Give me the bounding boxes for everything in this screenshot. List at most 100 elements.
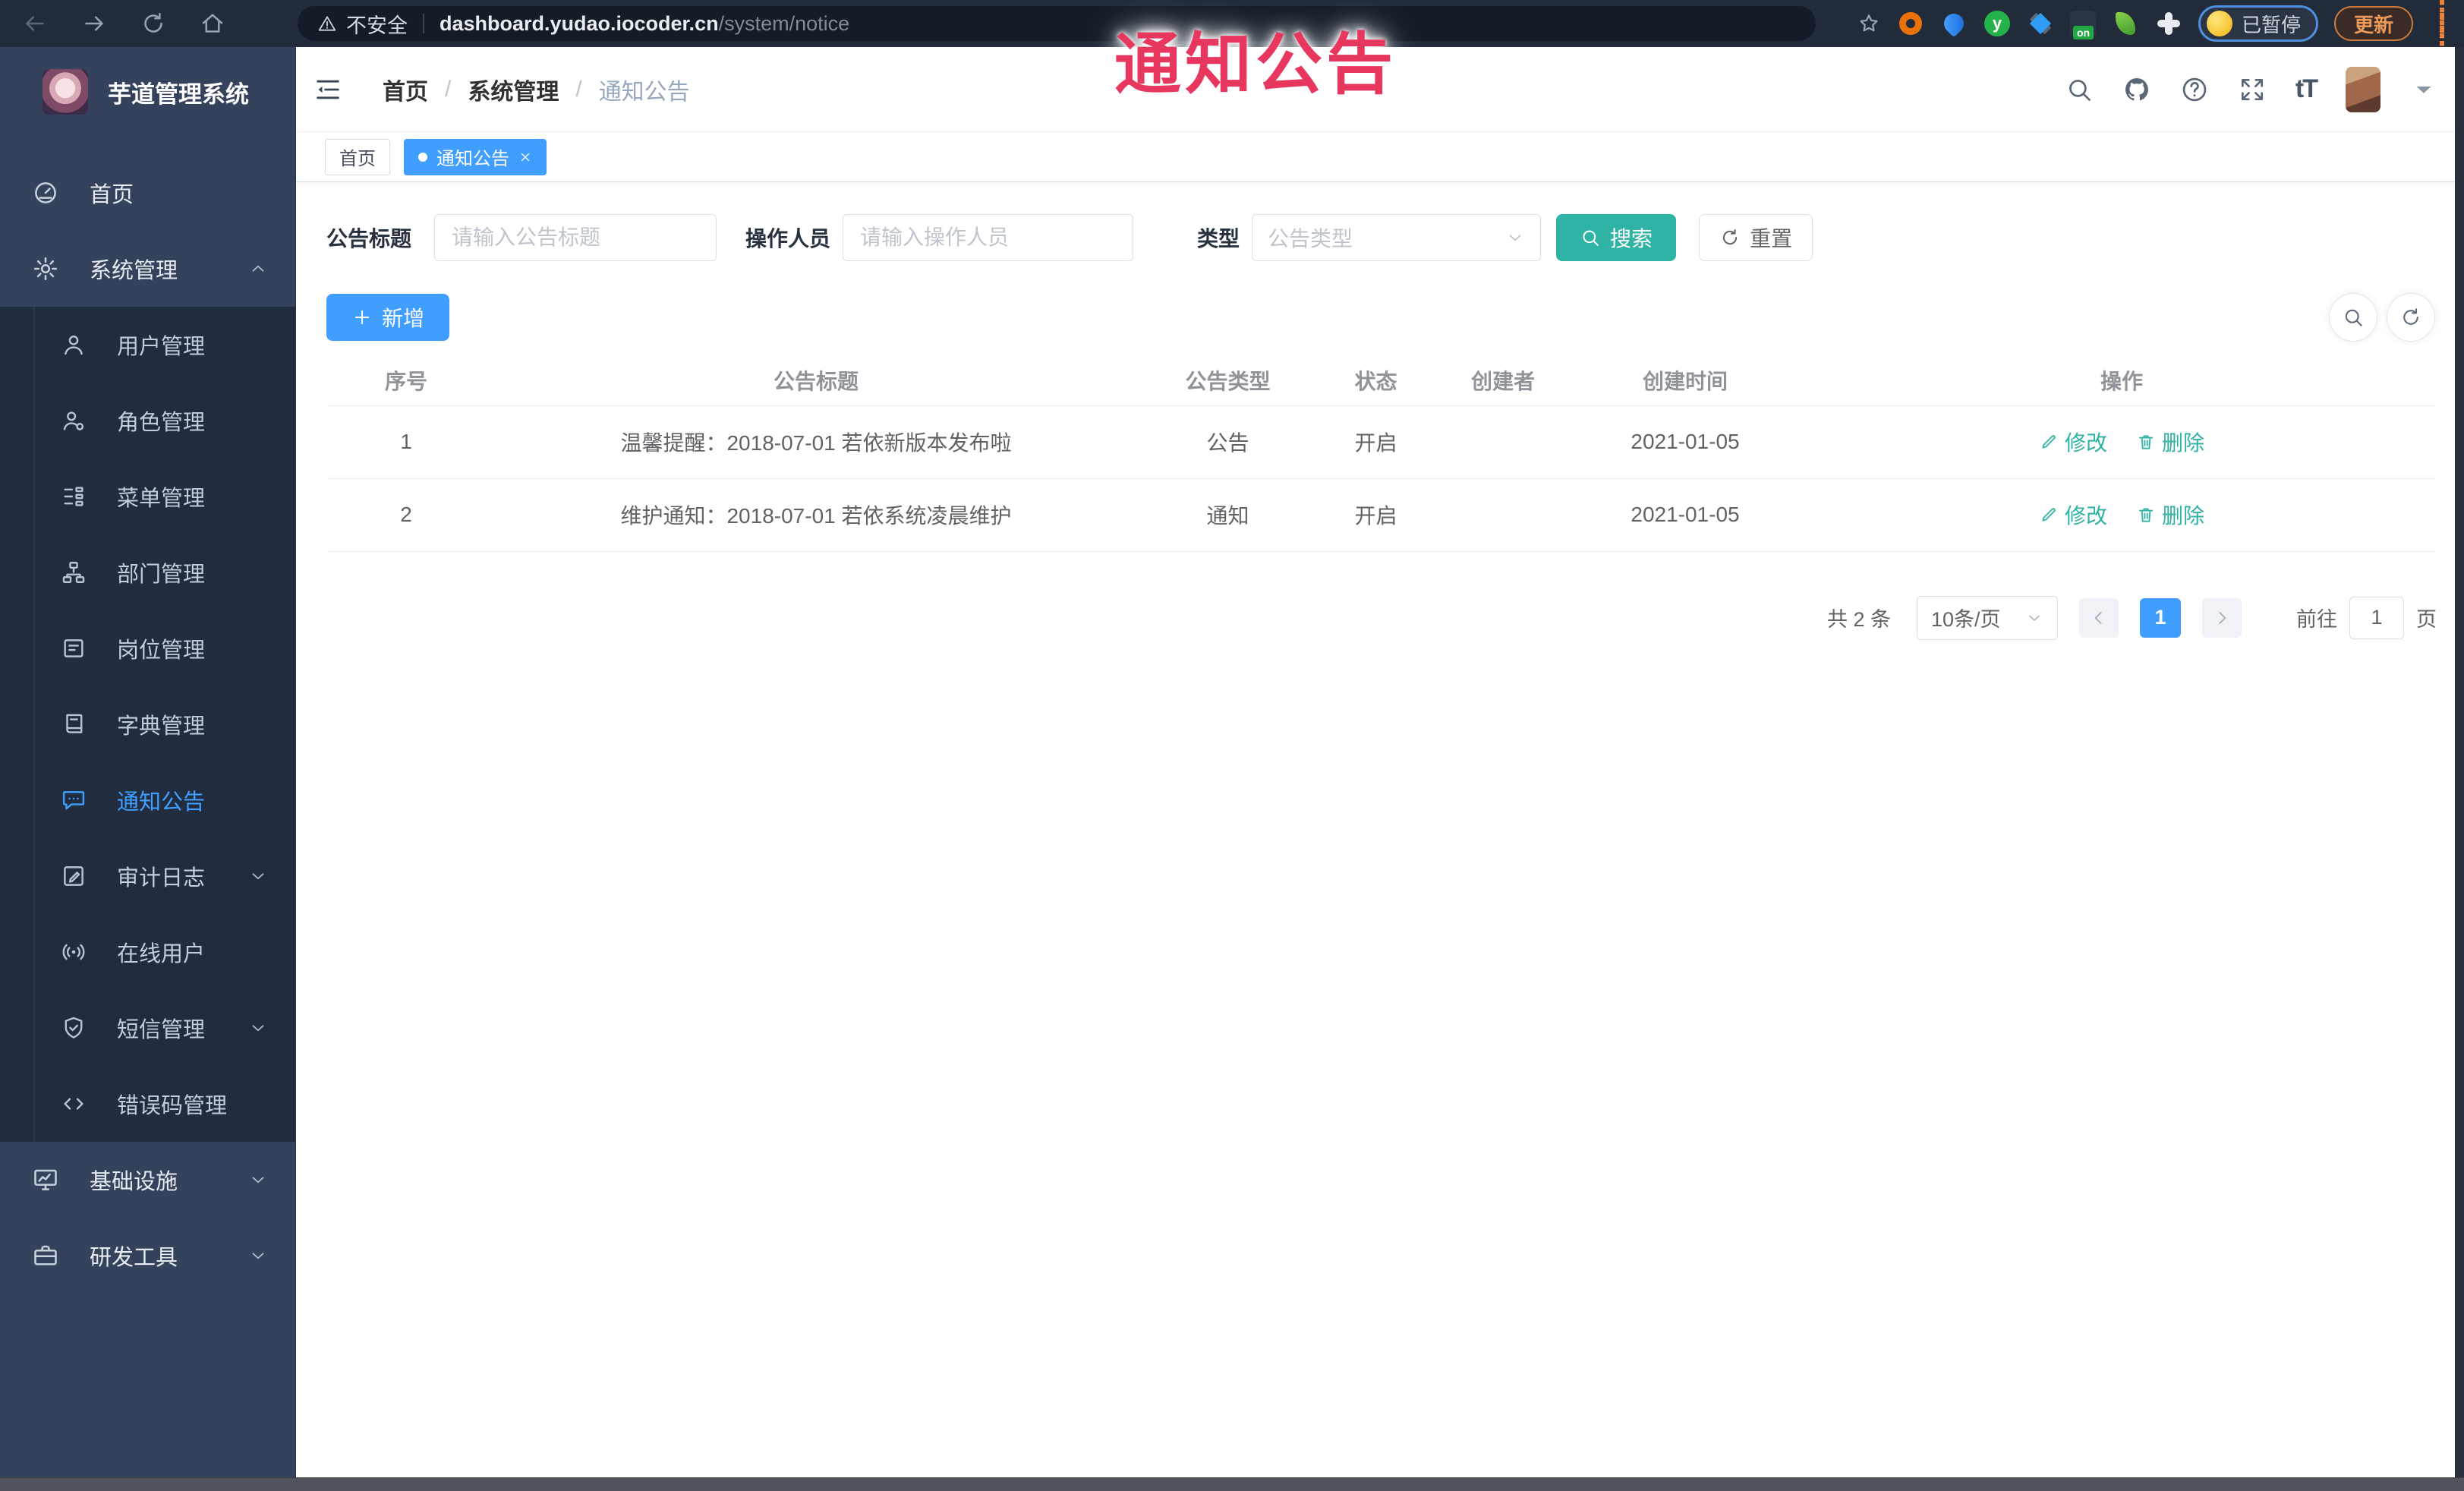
forward-icon[interactable] [80,10,108,37]
row-title: 维护通知：2018-07-01 若依系统凌晨维护 [486,478,1146,552]
breadcrumb-home[interactable]: 首页 [383,73,428,106]
browser-profile-chip[interactable]: 已暂停 [2198,5,2318,42]
row-actions: 修改 删除 [1807,405,2437,479]
operator-filter-label: 操作人员 [745,227,831,251]
reset-button-label: 重置 [1750,227,1793,251]
browser-right-controls: y on 已暂停 更新 ⋮ ⋮ ⋮ [1857,0,2455,49]
title-filter-input[interactable] [434,214,717,261]
back-icon[interactable] [21,10,49,37]
edit-link[interactable]: 修改 [2039,427,2107,457]
reload-icon[interactable] [140,10,167,37]
extension-on-icon[interactable]: on [2069,11,2096,39]
sidebar-logo-row[interactable]: 芋道管理系统 [0,47,295,137]
table-body: 1 温馨提醒：2018-07-01 若依新版本发布啦 公告 开启 2021-01-05 修… [326,405,2437,552]
extension-green-icon[interactable]: y [1983,10,2011,37]
sidebar-toggle-icon[interactable] [313,74,343,105]
edit-link[interactable]: 修改 [2039,500,2107,530]
edit-icon [2039,505,2059,525]
breadcrumb-system[interactable]: 系统管理 [468,73,559,106]
col-creator: 创建者 [1442,355,1564,406]
sidebar-item-label: 审计日志 [117,866,206,891]
chevron-right-icon [2212,608,2232,628]
chevron-down-icon [1505,228,1525,247]
row-status: 开启 [1309,478,1442,552]
browser-update-button[interactable]: 更新 [2333,6,2413,41]
refresh-table-button[interactable] [2387,293,2435,342]
reset-button[interactable]: 重置 [1699,214,1813,261]
sidebar-item-home[interactable]: 首页 [0,155,295,231]
url-host: dashboard.yudao.iocoder.cn [440,11,719,35]
row-creator [1442,478,1564,552]
sidebar-item-menu[interactable]: 菜单管理 [0,459,295,534]
home-icon[interactable] [199,10,226,37]
sidebar-item-role[interactable]: 角色管理 [0,383,295,459]
tag-label: 通知公告 [436,149,509,169]
operator-filter-input[interactable] [843,214,1134,261]
sidebar-item-audit[interactable]: 审计日志 [0,838,295,914]
gear-icon [32,255,59,282]
active-tag-dot [418,152,427,162]
page-size-select[interactable]: 10条/页 [1917,595,2058,640]
sidebar-item-dept[interactable]: 部门管理 [0,534,295,610]
sidebar-item-user[interactable]: 用户管理 [0,307,295,383]
help-icon[interactable] [2180,75,2209,104]
row-created: 2021-01-05 [1564,405,1807,479]
online-icon [61,939,87,965]
goto-page-input[interactable] [2349,596,2404,639]
sidebar-item-dict[interactable]: 字典管理 [0,686,295,762]
prev-page-button[interactable] [2079,597,2119,638]
close-icon[interactable] [518,150,532,164]
github-icon[interactable] [2122,75,2151,104]
tag-notice[interactable]: 通知公告 [404,138,547,175]
sidebar-item-post[interactable]: 岗位管理 [0,610,295,686]
submenu-system: 用户管理角色管理菜单管理 部门管理 岗位管理 字典管理 通知公告审计日志在线用户 短信管理… [0,307,295,1142]
pagination-total: 共 2 条 [1826,608,1891,631]
avatar-caret-icon[interactable] [2409,75,2438,104]
extensions-puzzle-icon[interactable] [2155,10,2182,37]
tag-home[interactable]: 首页 [325,138,390,175]
type-select[interactable]: 公告类型 [1252,214,1542,261]
sidebar-item-sms[interactable]: 短信管理 [0,990,295,1066]
bookmark-star-icon[interactable] [1857,11,1881,36]
sidebar-item-notice[interactable]: 通知公告 [0,762,295,838]
sidebar-item-errcode[interactable]: 错误码管理 [0,1066,295,1142]
infra-icon [32,1166,59,1193]
extension-diamond-icon[interactable] [2027,10,2054,37]
sidebar-item-online[interactable]: 在线用户 [0,914,295,990]
extension-drop-icon[interactable] [1939,9,1968,38]
delete-link[interactable]: 删除 [2136,427,2204,457]
app-title: 芋道管理系统 [108,80,249,108]
current-page-button[interactable]: 1 [2140,597,2181,638]
breadcrumb-current: 通知公告 [598,79,690,105]
extension-leaf-icon[interactable] [2112,10,2139,37]
browser-menu-icon[interactable]: ⋮ ⋮ ⋮ [2429,0,2455,49]
url-path: /system/notice [718,11,850,35]
table-row: 2 维护通知：2018-07-01 若依系统凌晨维护 通知 开启 2021-01-05 修… [326,478,2437,552]
search-icon[interactable] [2065,75,2094,104]
delete-link[interactable]: 删除 [2136,500,2204,530]
sidebar-item-devtools[interactable]: 研发工具 [0,1218,295,1294]
post-icon [61,635,87,661]
sidebar-item-system[interactable]: 系统管理 [0,231,295,307]
table-row: 1 温馨提醒：2018-07-01 若依新版本发布啦 公告 开启 2021-01-05 修… [326,405,2437,479]
toggle-search-button[interactable] [2329,293,2377,342]
extension-ring-icon[interactable] [1897,10,1924,37]
plus-icon [351,307,373,328]
page-size-value: 10条/页 [1931,608,2001,631]
page-unit-label: 页 [2416,608,2437,631]
search-button-label: 搜索 [1610,227,1653,251]
add-button[interactable]: 新增 [326,294,450,341]
address-bar[interactable]: 不安全 dashboard.yudao.iocoder.cn/system/no… [298,6,1816,41]
user-avatar[interactable] [2346,66,2381,112]
dept-icon [61,560,87,585]
next-page-button[interactable] [2202,597,2242,638]
sidebar-item-label: 角色管理 [117,411,206,435]
search-button[interactable]: 搜索 [1556,214,1677,261]
font-size-icon[interactable]: tT [2295,74,2318,104]
sidebar-item-infra[interactable]: 基础设施 [0,1142,295,1218]
menu-icon [61,484,87,509]
window-right-edge [2455,47,2464,1477]
overlay-annotation: 通知公告 [1114,27,1397,102]
fullscreen-icon[interactable] [2238,75,2267,104]
chevron-left-icon [2089,608,2109,628]
